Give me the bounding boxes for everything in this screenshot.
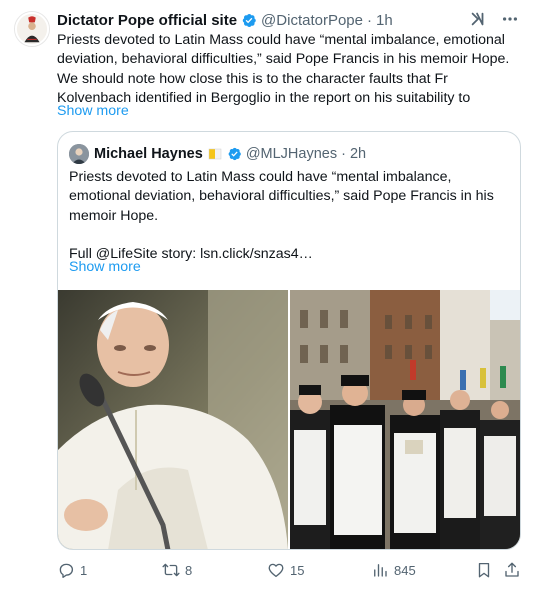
reply-icon: [59, 563, 74, 578]
tweet-header: Dictator Pope official site @DictatorPop…: [57, 10, 393, 30]
tweet-time[interactable]: 1h: [376, 12, 393, 29]
quote-text: Priests devoted to Latin Mass could have…: [69, 168, 515, 264]
quote-show-more-link[interactable]: Show more: [69, 259, 141, 275]
grok-icon[interactable]: [468, 9, 488, 29]
reply-button[interactable]: 1: [57, 561, 87, 579]
bookmark-button[interactable]: [475, 561, 493, 579]
verified-badge-icon: [226, 146, 242, 162]
like-button[interactable]: 15: [267, 561, 304, 579]
priests-procession-photo[interactable]: [290, 290, 520, 549]
vatican-flag-icon: [208, 146, 222, 162]
quote-time[interactable]: 2h: [350, 146, 366, 162]
tweet[interactable]: Dictator Pope official site @DictatorPop…: [0, 0, 534, 589]
tweet-action-bar: 1 8 15 845: [57, 561, 522, 581]
tweet-top-actions: [468, 9, 520, 29]
share-icon: [505, 562, 519, 577]
quote-author-handle[interactable]: @MLJHaynes: [246, 146, 337, 162]
separator-dot: ·: [341, 146, 346, 162]
quote-text-paragraph: Priests devoted to Latin Mass could have…: [69, 169, 494, 224]
like-count: 15: [290, 562, 305, 578]
repost-button[interactable]: 8: [162, 561, 192, 579]
tweet-text: Priests devoted to Latin Mass could have…: [57, 32, 510, 106]
more-dots-icon[interactable]: [500, 9, 520, 29]
repost-icon: [162, 563, 180, 577]
quote-author-avatar[interactable]: [69, 144, 89, 164]
pope-photo[interactable]: [58, 290, 288, 549]
separator-dot: ·: [367, 11, 372, 29]
views-button[interactable]: 845: [371, 561, 416, 579]
author-avatar[interactable]: [14, 11, 50, 47]
dictator-pope-logo-icon: [15, 12, 49, 46]
author-handle[interactable]: @DictatorPope: [261, 12, 363, 29]
quote-header: Michael Haynes @MLJHaynes · 2h: [69, 144, 366, 164]
view-count: 845: [394, 562, 416, 578]
show-more-link[interactable]: Show more: [57, 103, 129, 119]
quoted-tweet[interactable]: Michael Haynes @MLJHaynes · 2h Priests d…: [57, 131, 521, 550]
views-chart-icon: [374, 564, 387, 577]
share-button[interactable]: [503, 561, 521, 579]
quote-media: [58, 290, 520, 549]
quote-author-name[interactable]: Michael Haynes: [94, 146, 203, 162]
author-name[interactable]: Dictator Pope official site: [57, 12, 237, 29]
repost-count: 8: [185, 562, 193, 578]
heart-icon: [268, 563, 284, 578]
reply-count: 1: [80, 562, 88, 578]
bookmark-icon: [478, 562, 490, 578]
verified-badge-icon: [240, 12, 257, 29]
